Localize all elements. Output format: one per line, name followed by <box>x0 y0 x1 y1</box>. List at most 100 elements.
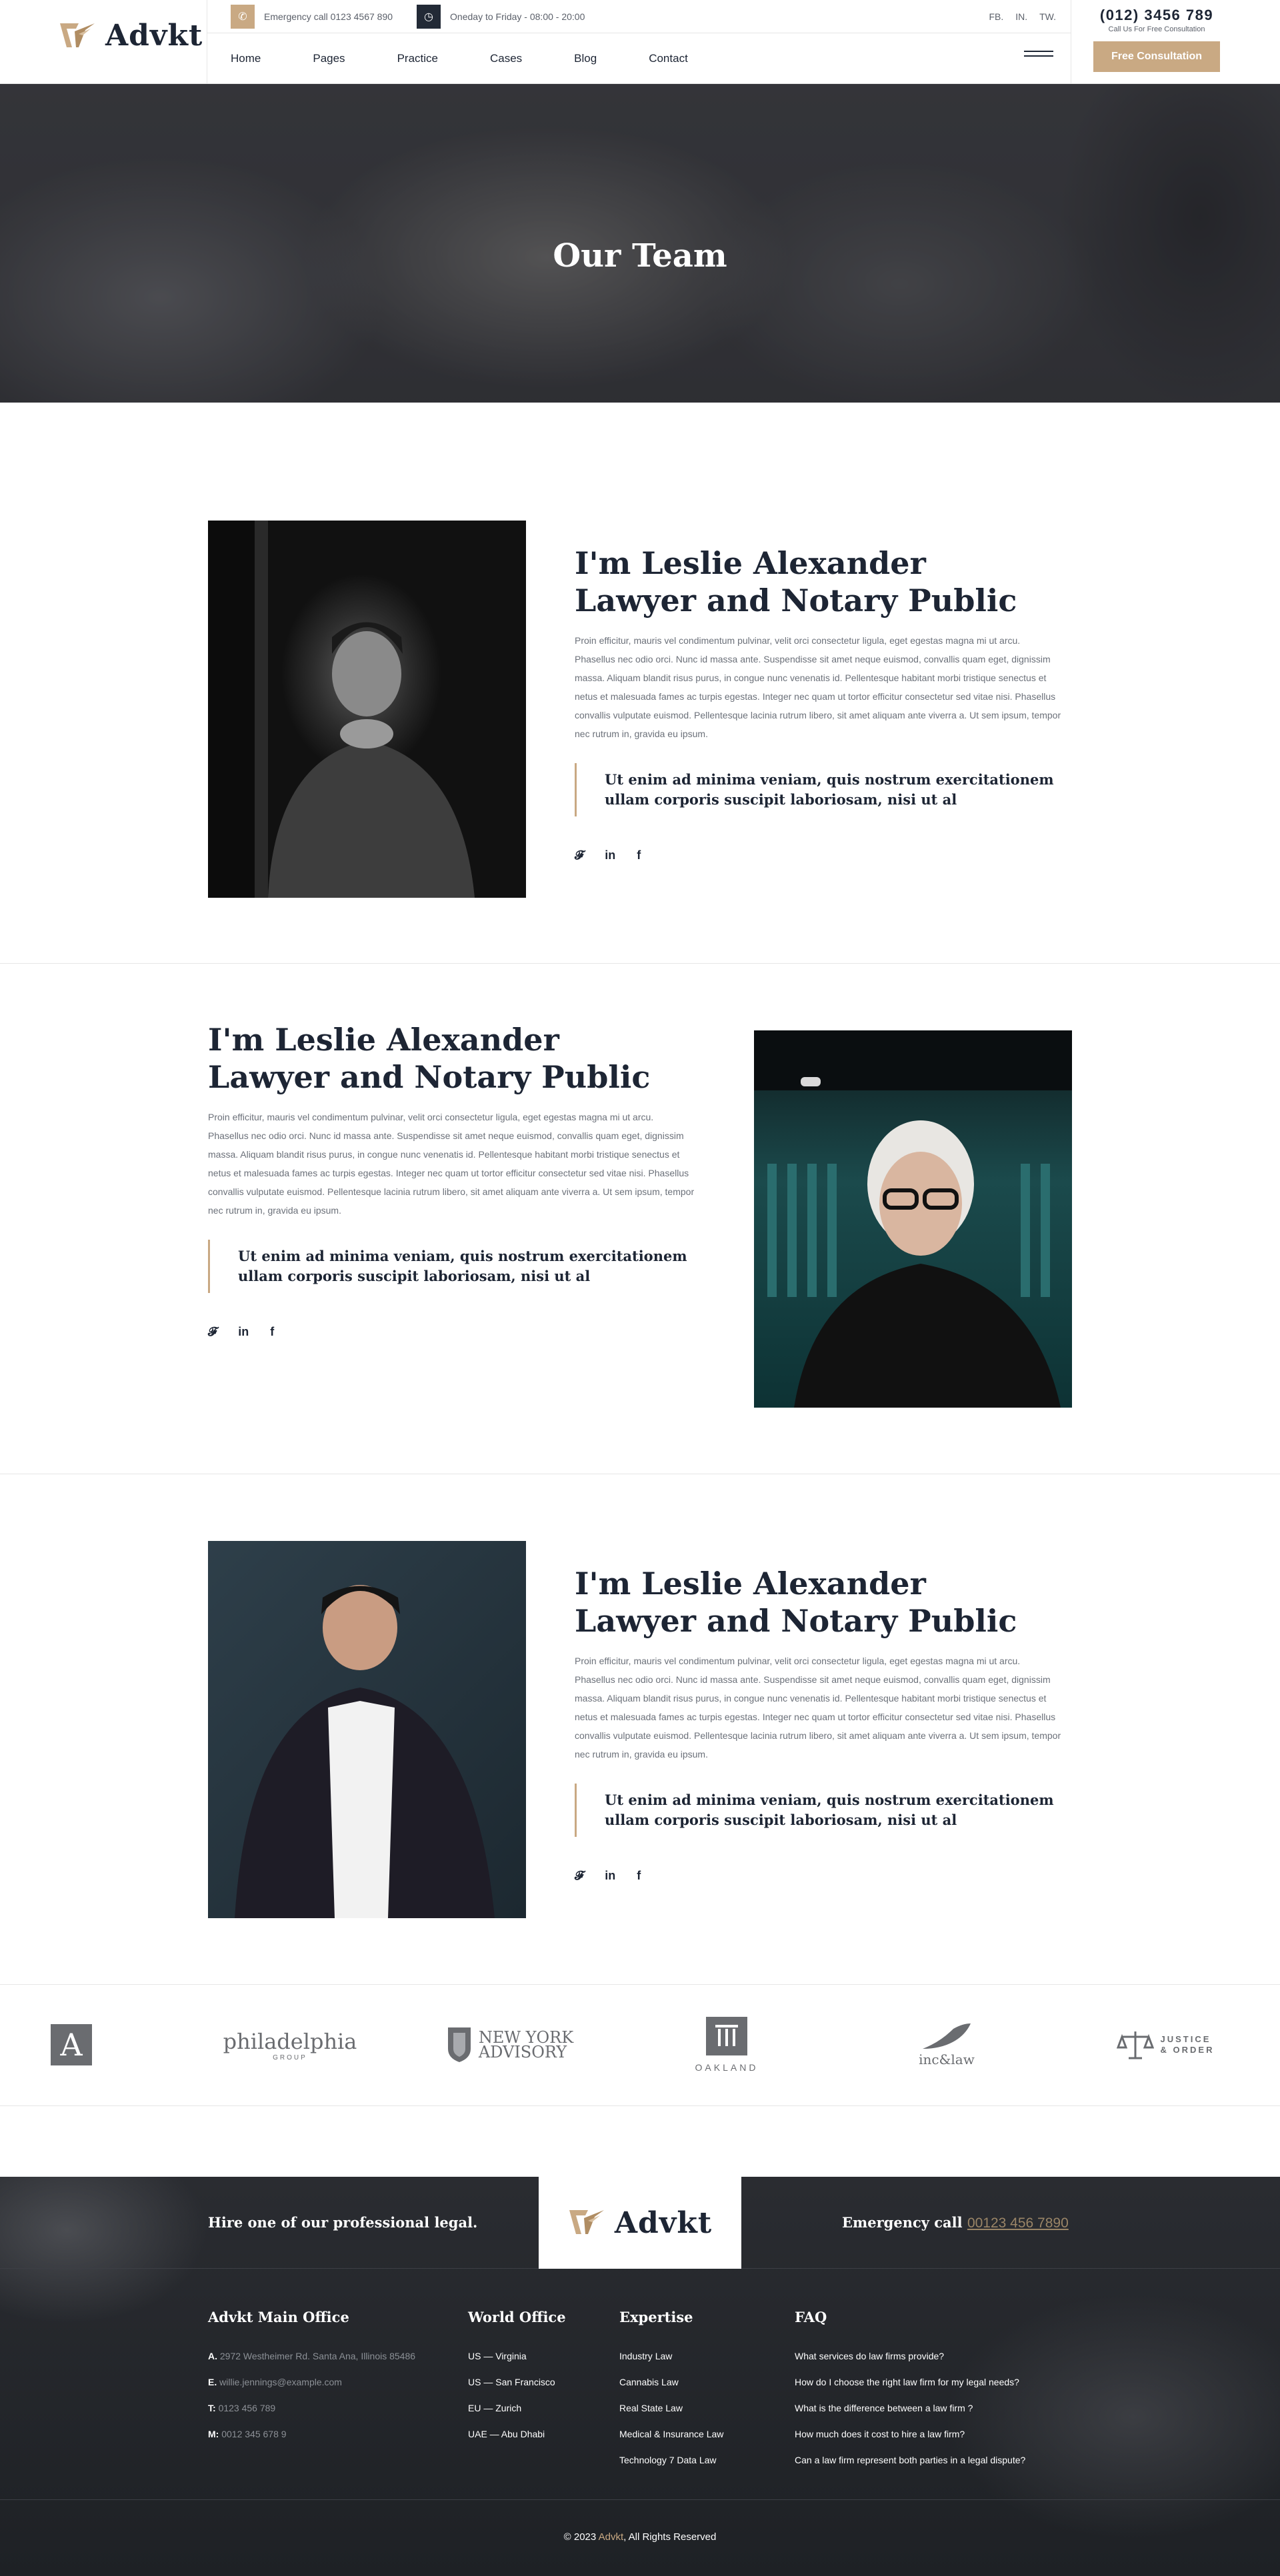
footer-cta-bar: Hire one of our professional legal. Advk… <box>0 2177 1280 2269</box>
office-email[interactable]: willie.jennings@example.com <box>219 2377 342 2387</box>
copyright-brand[interactable]: Advkt <box>599 2531 624 2543</box>
expertise-link[interactable]: Industry Law <box>619 2349 773 2363</box>
footer-divider <box>0 2499 1280 2500</box>
nav-home[interactable]: Home <box>231 52 261 65</box>
main-nav: Home Pages Practice Cases Blog Contact <box>231 33 740 84</box>
faq-link[interactable]: What is the difference between a law fir… <box>795 2401 1081 2415</box>
member-quote: Ut enim ad minima veniam, quis nostrum e… <box>575 763 1068 816</box>
instagram-link[interactable]: IN. <box>1015 11 1027 22</box>
twitter-icon[interactable]: 𝓕 <box>575 1869 583 1883</box>
linkedin-icon[interactable]: in <box>605 848 615 862</box>
member-info: I'm Leslie Alexander Lawyer and Notary P… <box>575 545 1068 862</box>
footer-emergency-number[interactable]: 00123 456 7890 <box>967 2215 1069 2231</box>
menu-icon[interactable] <box>1024 51 1053 59</box>
partner-logo-newyork: NEW YORK ADVISORY <box>440 2017 580 2073</box>
footer-emergency: Emergency call 00123 456 7890 <box>842 2214 1069 2231</box>
member-photo-illustration <box>754 1030 1072 1408</box>
header-contact: (012) 3456 789 Call Us For Free Consulta… <box>1093 7 1220 72</box>
footer-emergency-label: Emergency call <box>842 2214 963 2231</box>
footer-faq-title: FAQ <box>795 2309 827 2325</box>
twitter-icon[interactable]: 𝓕 <box>575 848 583 862</box>
office-hours-text: Oneday to Friday - 08:00 - 20:00 <box>450 11 585 22</box>
footer-expertise-title: Expertise <box>619 2309 693 2325</box>
partner-logo-a: A <box>51 2017 92 2073</box>
email-label: E. <box>208 2377 217 2387</box>
partner-justice-line2: & ORDER <box>1160 2045 1215 2055</box>
member-name-line: I'm Leslie Alexander <box>208 1022 559 1058</box>
member-quote: Ut enim ad minima veniam, quis nostrum e… <box>575 1784 1068 1837</box>
twitter-link[interactable]: TW. <box>1039 11 1056 22</box>
free-consultation-button[interactable]: Free Consultation <box>1093 41 1220 72</box>
linkedin-icon[interactable]: in <box>238 1325 249 1339</box>
partner-philadelphia-name: philadelphia <box>223 2028 357 2054</box>
world-office-link[interactable]: US — Virginia <box>468 2349 601 2363</box>
footer-logo-text: Advkt <box>614 2205 713 2240</box>
nav-pages[interactable]: Pages <box>313 52 345 65</box>
expertise-link[interactable]: Technology 7 Data Law <box>619 2453 773 2467</box>
copyright: © 2023 Advkt, All Rights Reserved <box>0 2531 1280 2543</box>
world-office-link[interactable]: EU — Zurich <box>468 2401 601 2415</box>
linkedin-icon[interactable]: in <box>605 1869 615 1883</box>
footer-hire-text: Hire one of our professional legal. <box>208 2214 478 2231</box>
clock-icon: ◷ <box>417 4 441 29</box>
facebook-icon[interactable]: f <box>270 1325 274 1339</box>
site-footer: Hire one of our professional legal. Advk… <box>0 2177 1280 2576</box>
faq-link[interactable]: How much does it cost to hire a law firm… <box>795 2427 1081 2441</box>
site-header: Advkt ✆ Emergency call 0123 4567 890 ◷ O… <box>0 0 1280 84</box>
faq-link[interactable]: What services do law firms provide? <box>795 2349 1081 2363</box>
member-social-links: 𝓕 in f <box>208 1325 701 1339</box>
office-mob[interactable]: 0012 345 678 9 <box>221 2429 286 2439</box>
page-title: Our Team <box>553 237 727 275</box>
nav-contact[interactable]: Contact <box>649 52 688 65</box>
expertise-link[interactable]: Cannabis Law <box>619 2375 773 2389</box>
partner-justice-line1: JUSTICE <box>1160 2034 1211 2044</box>
shield-icon <box>447 2027 471 2062</box>
emergency-call-text: Emergency call 0123 4567 890 <box>264 11 393 22</box>
footer-office-column: Advkt Main Office A. 2972 Westheimer Rd.… <box>208 2309 421 2453</box>
member-photo-illustration <box>208 521 475 898</box>
emergency-call[interactable]: ✆ Emergency call 0123 4567 890 <box>231 4 393 29</box>
member-photo <box>754 1030 1072 1408</box>
facebook-icon[interactable]: f <box>637 1869 641 1883</box>
partner-philadelphia-sub: GROUP <box>273 2053 307 2061</box>
faq-link[interactable]: How do I choose the right law firm for m… <box>795 2375 1081 2389</box>
footer-logo[interactable]: Advkt <box>539 2177 741 2269</box>
logo[interactable]: Advkt <box>59 19 203 53</box>
partner-logo-inclaw: inc&law <box>913 2017 980 2073</box>
footer-world-title: World Office <box>468 2309 566 2325</box>
member-bio: Proin efficitur, mauris vel condimentum … <box>208 1112 695 1216</box>
header-phone[interactable]: (012) 3456 789 <box>1093 7 1220 24</box>
facebook-icon[interactable]: f <box>637 848 641 862</box>
twitter-icon[interactable]: 𝓕 <box>208 1325 217 1339</box>
partner-oakland-name: OAKLAND <box>695 2062 759 2073</box>
world-office-link[interactable]: US — San Francisco <box>468 2375 601 2389</box>
expertise-link[interactable]: Real State Law <box>619 2401 773 2415</box>
partner-logo-philadelphia: philadelphia GROUP <box>223 2017 357 2073</box>
faq-link[interactable]: Can a law firm represent both parties in… <box>795 2453 1081 2467</box>
member-photo <box>208 521 526 898</box>
phone-icon: ✆ <box>231 4 255 29</box>
nav-practice[interactable]: Practice <box>397 52 438 65</box>
address-label: A. <box>208 2351 217 2361</box>
member-social-links: 𝓕 in f <box>575 848 1068 862</box>
team-member: I'm Leslie Alexander Lawyer and Notary P… <box>0 1474 1280 1985</box>
nav-blog[interactable]: Blog <box>574 52 597 65</box>
office-address: 2972 Westheimer Rd. Santa Ana, Illinois … <box>219 2351 416 2361</box>
office-tel[interactable]: 0123 456 789 <box>219 2403 276 2413</box>
member-info: I'm Leslie Alexander Lawyer and Notary P… <box>575 1565 1068 1883</box>
partner-a-mark: A <box>51 2024 92 2065</box>
team-member: I'm Leslie Alexander Lawyer and Notary P… <box>0 964 1280 1474</box>
partner-logo-justice: JUSTICE & ORDER <box>1112 2017 1219 2073</box>
partner-ny-line2: ADVISORY <box>478 2043 567 2061</box>
member-role-line: Lawyer and Notary Public <box>575 1603 1017 1639</box>
nav-cases[interactable]: Cases <box>490 52 522 65</box>
office-hours: ◷ Oneday to Friday - 08:00 - 20:00 <box>417 4 585 29</box>
partner-inclaw-name: inc&law <box>919 2051 975 2067</box>
expertise-link[interactable]: Medical & Insurance Law <box>619 2427 773 2441</box>
world-office-link[interactable]: UAE — Abu Dhabi <box>468 2427 601 2441</box>
member-name: I'm Leslie Alexander Lawyer and Notary P… <box>208 1021 701 1096</box>
member-name-line: I'm Leslie Alexander <box>575 545 926 581</box>
facebook-link[interactable]: FB. <box>989 11 1003 22</box>
logo-mark-icon <box>569 2210 604 2234</box>
partner-logos: A philadelphia GROUP NEW YORK ADVISORY O… <box>0 1985 1280 2106</box>
